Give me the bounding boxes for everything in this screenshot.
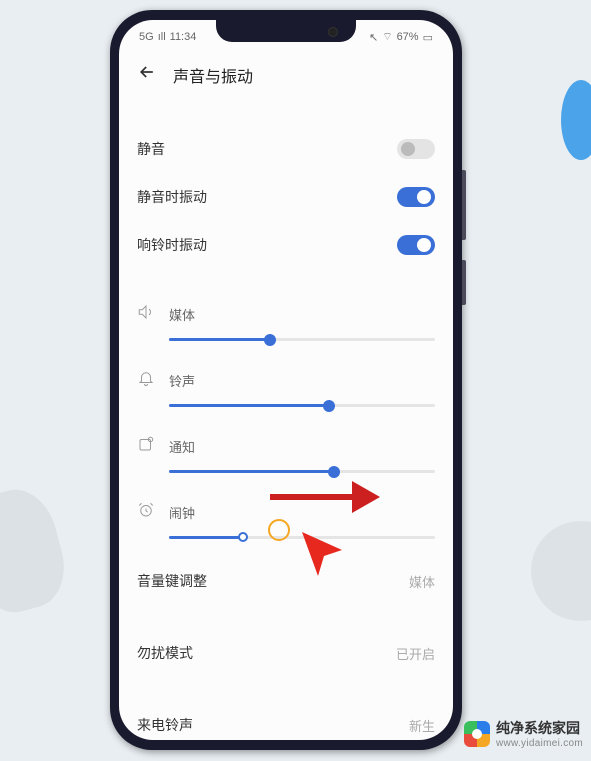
mute-label: 静音	[137, 139, 165, 159]
volume-key-value: 媒体	[409, 572, 435, 591]
battery-icon: ▭	[423, 31, 433, 44]
ring-slider[interactable]	[169, 404, 435, 407]
row-ringtone[interactable]: 来电铃声 新生	[137, 701, 435, 740]
header: 声音与振动	[119, 48, 453, 101]
dnd-value: 已开启	[396, 644, 435, 663]
slider-media: 媒体	[137, 293, 435, 359]
back-icon[interactable]	[137, 62, 157, 87]
vibrate-ring-label: 响铃时振动	[137, 235, 207, 255]
row-vibrate-ring: 响铃时振动	[137, 221, 435, 269]
vibrate-mute-label: 静音时振动	[137, 187, 207, 207]
row-vibrate-mute: 静音时振动	[137, 173, 435, 221]
notch	[216, 20, 356, 42]
volume-key-label: 音量键调整	[137, 571, 207, 591]
ringtone-label: 来电铃声	[137, 715, 193, 735]
row-dnd[interactable]: 勿扰模式 已开启	[137, 629, 435, 677]
vibrate-mute-toggle[interactable]	[397, 187, 435, 207]
signal-icon: ıll	[158, 31, 166, 43]
slider-notif: 通知	[137, 425, 435, 491]
media-slider[interactable]	[169, 338, 435, 341]
vibrate-ring-toggle[interactable]	[397, 235, 435, 255]
net-icon: 5G	[139, 31, 154, 43]
slider-ring: 铃声	[137, 359, 435, 425]
row-mute: 静音	[137, 125, 435, 173]
page-title: 声音与振动	[173, 63, 253, 87]
phone-frame: 5G ıll 11:34 ↖ ⌔ 67% ▭ 声音与振动 静音	[110, 10, 462, 750]
dnd-label: 勿扰模式	[137, 643, 193, 663]
watermark-name: 纯净系统家园	[496, 718, 583, 738]
media-label: 媒体	[169, 305, 195, 324]
alarm-label: 闹钟	[169, 503, 195, 522]
watermark: 纯净系统家园 www.yidaimei.com	[464, 718, 583, 749]
annotation-pointer-icon	[300, 530, 350, 585]
row-volume-key[interactable]: 音量键调整 媒体	[137, 557, 435, 605]
screen: 5G ıll 11:34 ↖ ⌔ 67% ▭ 声音与振动 静音	[119, 20, 453, 740]
battery-pct: 67%	[397, 31, 419, 43]
watermark-logo-icon	[464, 721, 490, 747]
ringtone-value: 新生	[409, 716, 435, 735]
mute-toggle[interactable]	[397, 139, 435, 159]
ring-label: 铃声	[169, 371, 195, 390]
wifi-icon: ⌔	[382, 30, 392, 44]
status-time: 11:34	[170, 31, 197, 43]
notif-label: 通知	[169, 437, 195, 456]
notif-slider[interactable]	[169, 470, 435, 473]
watermark-url: www.yidaimei.com	[496, 738, 583, 749]
speaker-icon	[137, 303, 155, 326]
annotation-circle	[268, 519, 290, 541]
bell-icon	[137, 369, 155, 392]
notification-icon	[137, 435, 155, 458]
clock-icon	[137, 501, 155, 524]
location-icon: ↖	[369, 31, 378, 44]
